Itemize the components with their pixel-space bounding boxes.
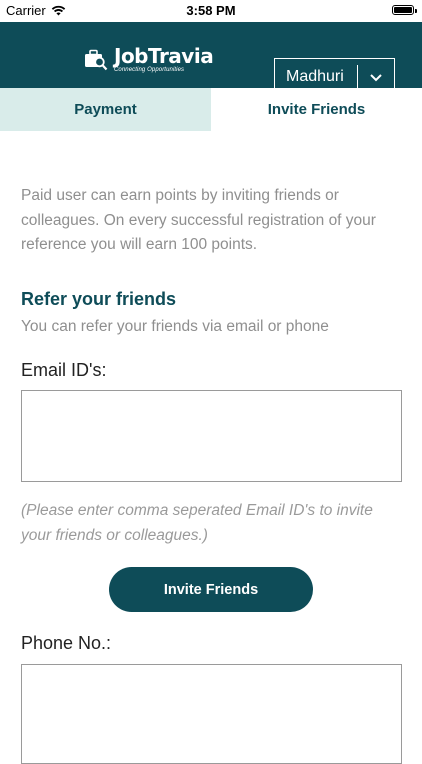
refer-title: Refer your friends: [21, 289, 177, 309]
phone-textarea[interactable]: [21, 664, 402, 764]
tab-payment[interactable]: Payment: [0, 88, 211, 131]
email-label: Email ID's:: [21, 360, 107, 380]
email-textarea[interactable]: [21, 390, 402, 482]
status-bar: Carrier 3:58 PM: [0, 0, 422, 22]
battery-icon: [392, 5, 417, 15]
logo-wordmark: JobTravia: [114, 44, 214, 68]
status-time: 3:58 PM: [186, 3, 236, 18]
user-name: Madhuri: [286, 68, 344, 85]
phone-label: Phone No.:: [21, 633, 112, 653]
invite-friends-button[interactable]: Invite Friends: [109, 567, 313, 612]
app-header: JobTravia Connecting Opportunities Madhu…: [0, 22, 422, 96]
refer-subtitle: You can refer your friends via email or …: [21, 318, 329, 335]
tab-invite-friends[interactable]: Invite Friends: [211, 88, 422, 131]
tab-bar: Payment Invite Friends: [0, 88, 422, 131]
chevron-down-icon[interactable]: [358, 73, 394, 82]
intro-text: Paid user can earn points by inviting fr…: [21, 187, 376, 253]
logo-tagline: Connecting Opportunities: [114, 67, 185, 73]
email-hint: (Please enter comma seperated Email ID's…: [21, 502, 373, 544]
app-logo: JobTravia Connecting Opportunities: [84, 44, 214, 73]
briefcase-search-icon: [85, 49, 108, 70]
